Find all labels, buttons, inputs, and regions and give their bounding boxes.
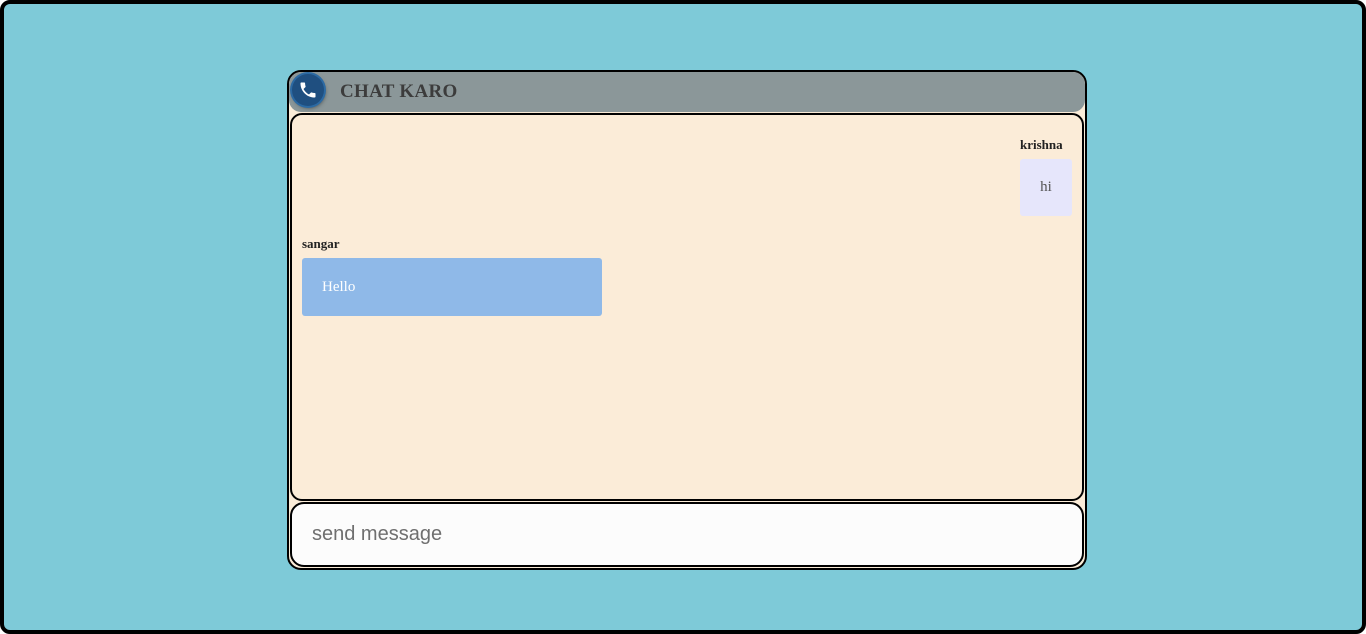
message-list[interactable]: krishna hi sangar Hello <box>290 113 1084 501</box>
page-background: CHAT KARO krishna hi sangar Hello <box>0 0 1366 634</box>
message-item: krishna hi <box>1020 137 1072 216</box>
phone-icon[interactable] <box>292 74 324 106</box>
phone-glyph-icon <box>300 82 316 98</box>
message-item: sangar Hello <box>302 236 602 316</box>
message-sender: sangar <box>302 236 340 251</box>
chat-title: CHAT KARO <box>340 81 458 102</box>
chat-window: CHAT KARO krishna hi sangar Hello <box>287 70 1087 570</box>
composer <box>290 502 1084 567</box>
send-message-input[interactable] <box>292 504 1082 565</box>
message-bubble: Hello <box>302 258 602 316</box>
message-bubble: hi <box>1020 159 1072 216</box>
chat-header: CHAT KARO <box>289 72 1085 112</box>
message-sender: krishna <box>1020 137 1063 152</box>
